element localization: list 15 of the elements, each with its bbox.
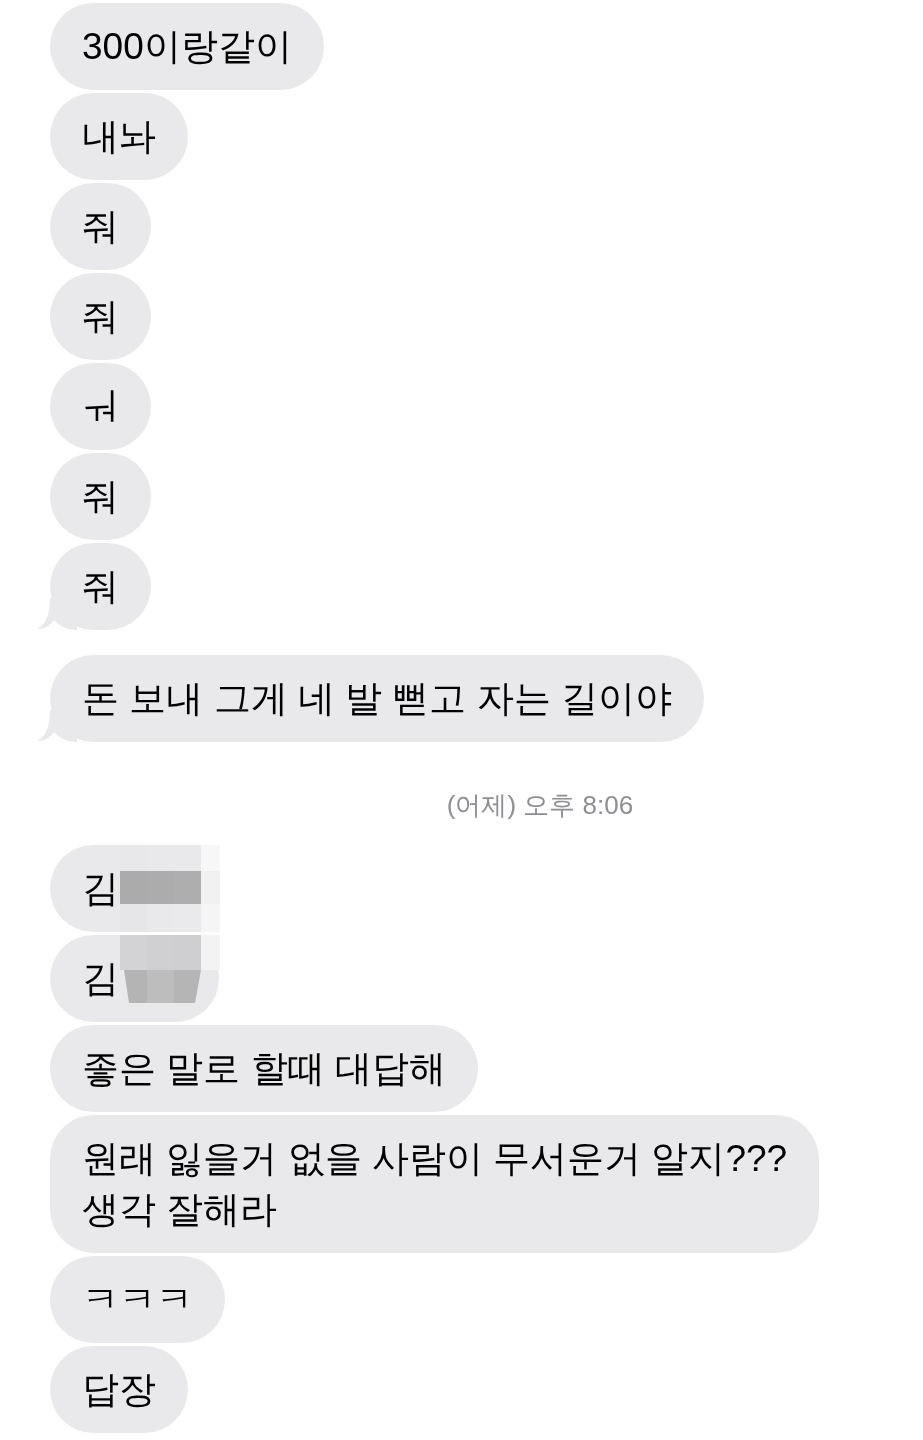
- message-text: 김: [82, 868, 119, 909]
- message-bubble: ㅝ: [50, 363, 151, 450]
- message-bubble: 줘: [50, 273, 151, 360]
- message-bubble: 내놔: [50, 93, 188, 180]
- message-bubble: 300이랑같이: [50, 3, 324, 90]
- message-bubble: 돈 보내 그게 네 발 뻗고 자는 길이야: [50, 655, 704, 742]
- message-bubble: 좋은 말로 할때 대답해: [50, 1025, 478, 1112]
- message-text: 김: [82, 958, 119, 999]
- message-bubble: ㅋㅋㅋ: [50, 1256, 225, 1343]
- message-bubble: 줘: [50, 543, 151, 630]
- message-bubble: 답장: [50, 1346, 188, 1433]
- message-bubble: 원래 잃을거 없을 사람이 무서운거 알지??? 생각 잘해라: [50, 1115, 820, 1253]
- message-bubble: 줘: [50, 453, 151, 540]
- timestamp: (어제) 오후 8:06: [446, 789, 634, 821]
- message-bubble: 줘: [50, 183, 151, 270]
